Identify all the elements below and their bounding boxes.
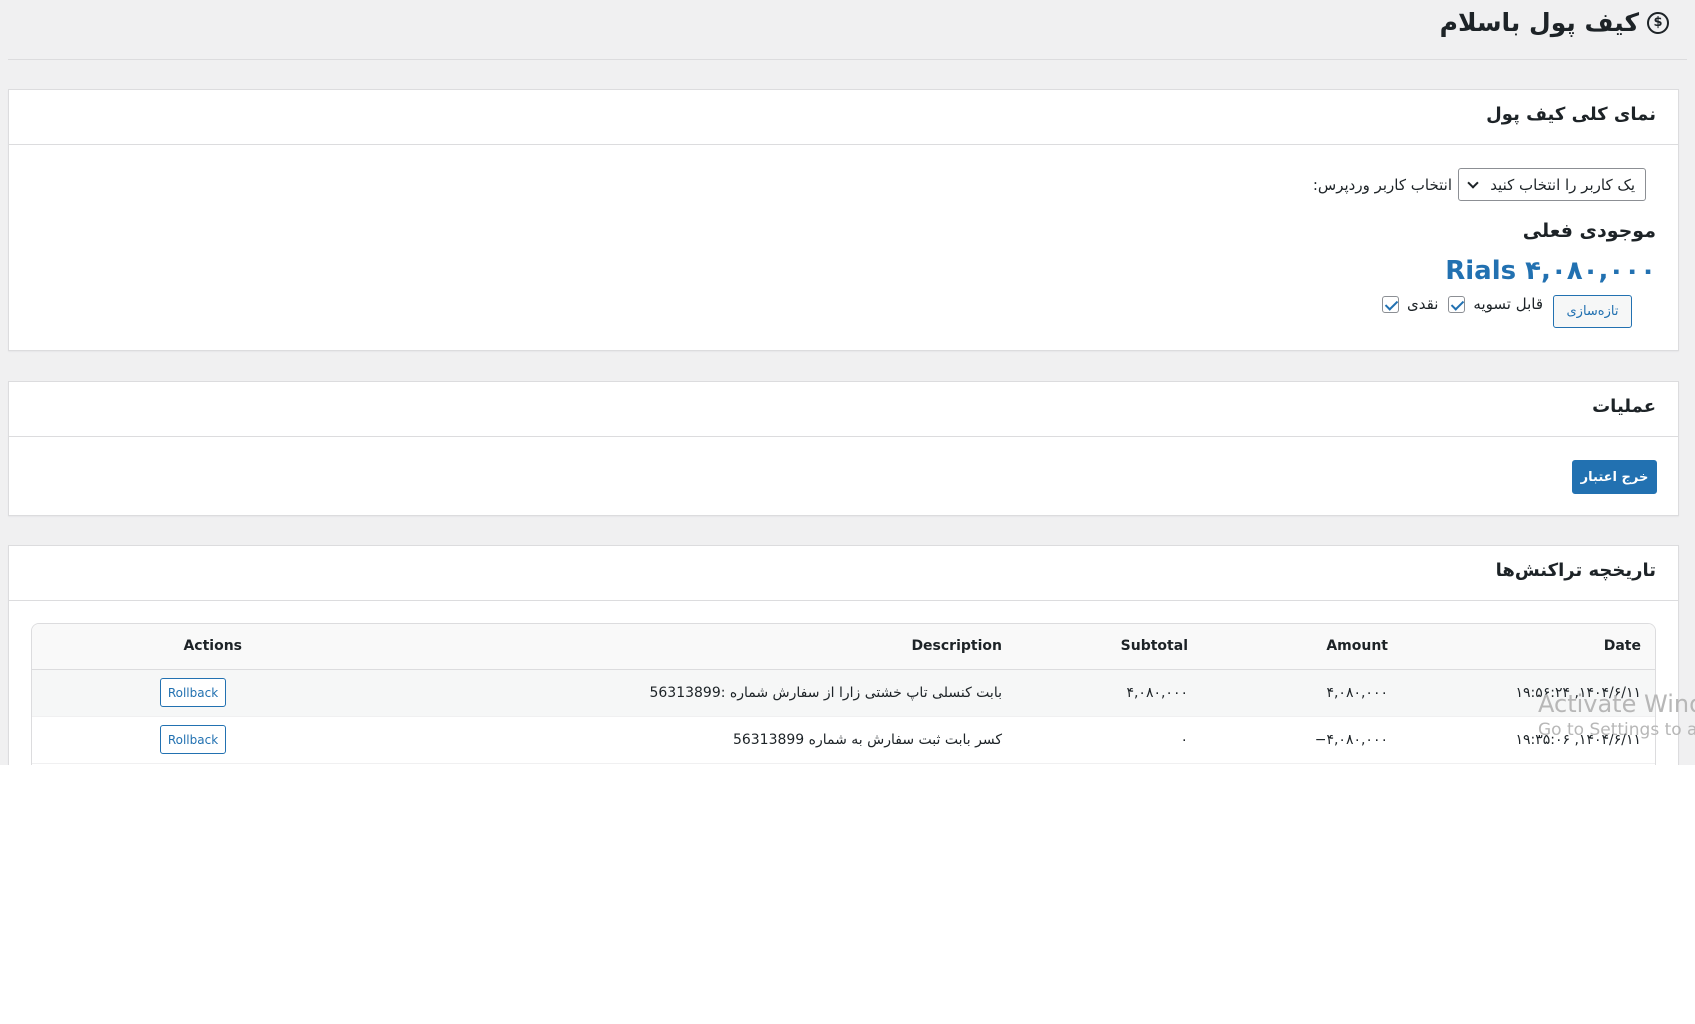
- transaction-history-title: تاریخچه تراکنش‌ها: [1495, 560, 1656, 581]
- spend-credit-button[interactable]: خرج اعتبار: [1572, 460, 1657, 494]
- wallet-overview-card: نمای کلی کیف پول انتخاب کاربر وردپرس: یک…: [8, 89, 1679, 351]
- operations-title: عملیات: [1592, 396, 1656, 417]
- row-subtotal: ۰: [1180, 731, 1188, 748]
- column-header-amount: Amount: [1326, 638, 1388, 655]
- table-row: Rollback بابت کنسلی تاپ خشتی زارا از سفا…: [32, 669, 1655, 716]
- table-header-row: Actions Description Subtotal Amount Date: [32, 624, 1655, 669]
- user-select-value: یک کاربر را انتخاب کنید: [1490, 175, 1635, 194]
- user-select-label: انتخاب کاربر وردپرس:: [1312, 175, 1452, 194]
- page-title: کیف پول باسلام: [1439, 8, 1639, 37]
- row-description: بابت کنسلی تاپ خشتی زارا از سفارش شماره …: [649, 684, 1002, 701]
- refresh-button[interactable]: تازه‌سازی: [1553, 295, 1632, 328]
- rollback-button[interactable]: Rollback: [160, 725, 226, 754]
- card-divider: [9, 600, 1678, 601]
- row-amount: ۴,۰۸۰,۰۰۰: [1326, 684, 1388, 701]
- settleable-label: قابل تسویه: [1473, 295, 1543, 313]
- wallet-overview-title: نمای کلی کیف پول: [1486, 104, 1656, 125]
- transactions-table: Actions Description Subtotal Amount Date…: [32, 624, 1655, 764]
- column-header-date: Date: [1603, 638, 1641, 655]
- rollback-button[interactable]: Rollback: [160, 678, 226, 707]
- wallet-admin-page: $ کیف پول باسلام نمای کلی کیف پول انتخاب…: [0, 0, 1695, 765]
- settleable-filter[interactable]: قابل تسویه: [1448, 293, 1543, 315]
- user-select-row: انتخاب کاربر وردپرس: یک کاربر را انتخاب …: [1313, 168, 1646, 201]
- column-header-subtotal: Subtotal: [1120, 638, 1188, 655]
- column-header-description: Description: [911, 638, 1002, 655]
- table-row: Rollback کسر بابت ثبت سفارش به شماره 563…: [32, 716, 1655, 763]
- row-actions-cell: Rollback: [32, 716, 262, 763]
- header-divider: [8, 59, 1687, 60]
- row-description: کسر بابت ثبت سفارش به شماره 56313899: [732, 731, 1002, 748]
- card-divider: [9, 144, 1678, 145]
- page-header: $ کیف پول باسلام: [1440, 8, 1669, 37]
- row-subtotal: ۴,۰۸۰,۰۰۰: [1126, 684, 1188, 701]
- settleable-checkbox[interactable]: [1448, 295, 1466, 313]
- column-header-actions: Actions: [183, 638, 242, 655]
- card-divider: [9, 436, 1678, 437]
- row-date: ۱۹:۳۵:۰۶ ,۱۴۰۴/۶/۱۱: [1515, 731, 1641, 748]
- row-actions-cell: Rollback: [32, 669, 262, 716]
- current-balance-amount: Rials ۴,۰۸۰,۰۰۰: [1445, 256, 1656, 286]
- wordpress-user-select[interactable]: یک کاربر را انتخاب کنید: [1458, 168, 1646, 201]
- cash-label: نقدی: [1407, 295, 1439, 313]
- balance-filter-row: نقدی قابل تسویه تازه‌سازی: [1382, 293, 1640, 328]
- current-balance-heading: موجودی فعلی: [1522, 220, 1656, 242]
- operations-card: عملیات خرج اعتبار: [8, 381, 1679, 516]
- chevron-down-icon: [1467, 176, 1479, 189]
- row-amount: −۴,۰۸۰,۰۰۰: [1314, 731, 1388, 748]
- transaction-history-card: تاریخچه تراکنش‌ها Actions Description Su…: [8, 545, 1679, 765]
- transactions-table-wrapper: Actions Description Subtotal Amount Date…: [31, 623, 1656, 765]
- dollar-circle-icon: $: [1647, 11, 1669, 34]
- cash-checkbox[interactable]: [1382, 295, 1400, 313]
- cash-filter[interactable]: نقدی: [1382, 293, 1438, 315]
- row-date: ۱۹:۵۶:۲۴ ,۱۴۰۴/۶/۱۱: [1515, 684, 1641, 701]
